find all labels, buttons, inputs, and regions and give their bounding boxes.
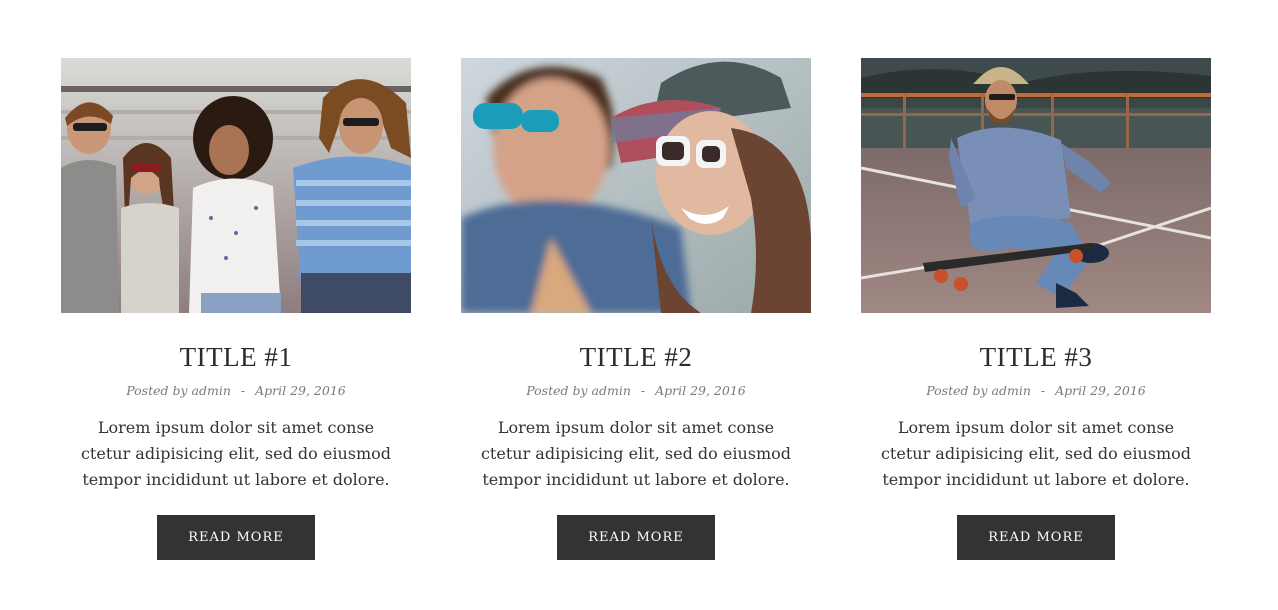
post-thumbnail-two-women-sunglasses[interactable] <box>461 58 811 313</box>
read-more-button[interactable]: READ MORE <box>957 515 1115 560</box>
read-more-button[interactable]: READ MORE <box>157 515 315 560</box>
post-meta: Posted by admin - April 29, 2016 <box>461 381 811 401</box>
post-title[interactable]: TITLE #2 <box>461 339 811 375</box>
post-thumbnail-friends-with-phones[interactable] <box>61 58 411 313</box>
post-author[interactable]: admin <box>992 383 1031 398</box>
meta-separator: - <box>240 383 246 398</box>
posted-by-label: Posted by <box>926 383 988 398</box>
post-title[interactable]: TITLE #3 <box>861 339 1211 375</box>
blog-posts-grid: TITLE #1 Posted by admin - April 29, 201… <box>61 58 1211 568</box>
meta-separator: - <box>640 383 646 398</box>
post-date: April 29, 2016 <box>655 383 746 398</box>
posted-by-label: Posted by <box>526 383 588 398</box>
post-author[interactable]: admin <box>192 383 231 398</box>
post-date: April 29, 2016 <box>1055 383 1146 398</box>
post-card: TITLE #1 Posted by admin - April 29, 201… <box>61 58 411 560</box>
post-title[interactable]: TITLE #1 <box>61 339 411 375</box>
meta-separator: - <box>1040 383 1046 398</box>
posted-by-label: Posted by <box>126 383 188 398</box>
post-date: April 29, 2016 <box>255 383 346 398</box>
post-excerpt: Lorem ipsum dolor sit amet conse ctetur … <box>480 418 792 489</box>
post-meta: Posted by admin - April 29, 2016 <box>61 381 411 401</box>
post-excerpt: Lorem ipsum dolor sit amet conse ctetur … <box>80 418 392 489</box>
read-more-button[interactable]: READ MORE <box>557 515 715 560</box>
post-card: TITLE #2 Posted by admin - April 29, 201… <box>461 58 811 560</box>
post-thumbnail-skateboarder[interactable] <box>861 58 1211 313</box>
post-meta: Posted by admin - April 29, 2016 <box>861 381 1211 401</box>
post-excerpt: Lorem ipsum dolor sit amet conse ctetur … <box>880 418 1192 489</box>
post-card: TITLE #3 Posted by admin - April 29, 201… <box>861 58 1211 560</box>
post-author[interactable]: admin <box>592 383 631 398</box>
